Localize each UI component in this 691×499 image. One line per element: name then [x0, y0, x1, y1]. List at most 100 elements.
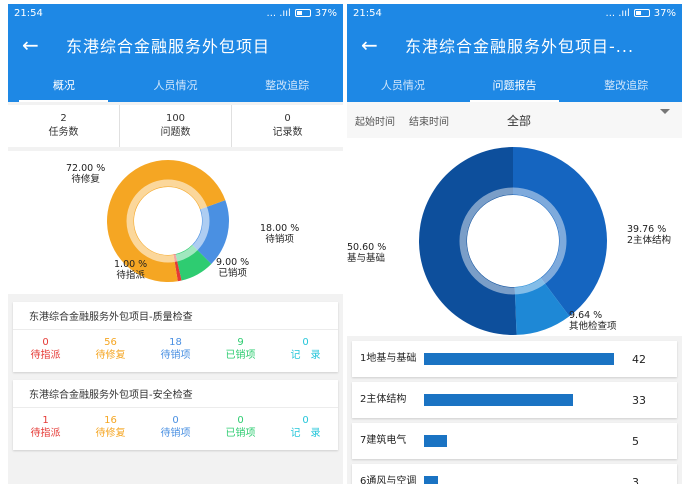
bar-fill [424, 353, 614, 365]
category-select[interactable]: 全部 [507, 112, 531, 129]
left-donut-inner-ring [126, 179, 210, 263]
stat-label: 任务数 [48, 127, 79, 138]
tab-bar: 概况 人员情况 整改追踪 [8, 68, 343, 102]
stat-value: 100 [165, 113, 186, 124]
count-pending-close: 18 待销项 [143, 336, 208, 362]
start-time-filter[interactable]: 起始时间 [355, 113, 395, 128]
card-counts: 0 待指派 56 待修复 18 待销项 9 已销项 0 记 录 [13, 330, 338, 362]
tab-personnel[interactable]: 人员情况 [347, 68, 459, 102]
slice-percent: 18.00 % [260, 223, 300, 234]
bar-fill [424, 476, 438, 484]
tab-personnel[interactable]: 人员情况 [120, 68, 232, 102]
app-bar: ← 东港综合金融服务外包项目-... [347, 22, 682, 68]
bar-value: 5 [632, 434, 639, 448]
count-label: 记 录 [290, 428, 321, 439]
count-records: 0 记 录 [273, 414, 338, 440]
count-label: 已销项 [225, 428, 256, 439]
back-arrow-icon[interactable]: ← [22, 33, 52, 57]
bar-category: 6通风与空调 [360, 476, 417, 484]
count-label: 待指派 [30, 350, 61, 361]
right-donut-slice [418, 147, 517, 335]
count-value: 1 [42, 415, 49, 426]
count-label: 待销项 [160, 350, 191, 361]
stat-records[interactable]: 0 记录数 [232, 105, 343, 147]
count-closed: 0 已销项 [208, 414, 273, 440]
stat-issues[interactable]: 100 问题数 [120, 105, 232, 147]
page-title: 东港综合金融服务外包项目 [66, 37, 271, 56]
count-label: 待销项 [160, 428, 191, 439]
battery-icon [633, 9, 650, 17]
back-arrow-icon[interactable]: ← [361, 33, 391, 57]
bar-row[interactable]: 7建筑电气 5 [352, 423, 677, 459]
count-pending-close: 0 待销项 [143, 414, 208, 440]
bar-track [424, 353, 614, 365]
count-pending-fix: 16 待修复 [78, 414, 143, 440]
tab-bar: 人员情况 问题报告 整改追踪 [347, 68, 682, 102]
count-pending-fix: 56 待修复 [78, 336, 143, 362]
signal-icon: ... .ııl [266, 7, 291, 19]
inspection-card-safety[interactable]: 东港综合金融服务外包项目-安全检查 1 待指派 16 待修复 0 待销项 0 已销项 0… [13, 380, 338, 450]
count-unassigned: 0 待指派 [13, 336, 78, 362]
status-icons: ... .ııl 37% [267, 8, 337, 19]
slice-name: 基与基础 [347, 253, 386, 264]
slice-percent: 9.00 % [216, 257, 250, 268]
slice-name: 2主体结构 [627, 235, 672, 246]
bar-row[interactable]: 2主体结构 33 [352, 382, 677, 418]
app-bar: ← 东港综合金融服务外包项目 [8, 22, 343, 68]
bar-value: 42 [632, 352, 646, 366]
battery-icon [294, 9, 311, 17]
count-value: 0 [237, 415, 244, 426]
inspection-card-quality[interactable]: 东港综合金融服务外包项目-质量检查 0 待指派 56 待修复 18 待销项 9 已销项 … [13, 302, 338, 372]
bar-value: 33 [632, 393, 646, 407]
stat-tasks[interactable]: 2 任务数 [8, 105, 120, 147]
bar-track [424, 435, 614, 447]
bar-row[interactable]: 1地基与基础 42 [352, 341, 677, 377]
stat-value: 2 [60, 113, 67, 124]
slice-label-pending-fix: 72.00 % 待修复 [66, 163, 105, 185]
slice-label-foundation: 50.60 % 基与基础 [347, 242, 386, 264]
slice-name: 待指派 [116, 270, 145, 281]
count-label: 已销项 [225, 350, 256, 361]
card-title: 东港综合金融服务外包项目-安全检查 [13, 380, 338, 408]
count-value: 9 [237, 337, 244, 348]
count-value: 0 [42, 337, 49, 348]
dropdown-arrow-icon[interactable] [660, 109, 670, 114]
stat-label: 记录数 [272, 127, 303, 138]
count-value: 56 [104, 337, 117, 348]
slice-percent: 39.76 % [627, 224, 667, 235]
end-time-filter[interactable]: 结束时间 [409, 113, 449, 128]
status-bar: 21:54 ... .ııl 37% [8, 4, 343, 22]
count-value: 16 [104, 415, 117, 426]
slice-name: 已销项 [218, 268, 247, 279]
bar-category: 1地基与基础 [360, 353, 417, 364]
tab-overview[interactable]: 概况 [8, 68, 120, 102]
page-title: 东港综合金融服务外包项目-... [405, 37, 635, 56]
count-value: 0 [302, 337, 309, 348]
slice-label-main-structure: 39.76 % 2主体结构 [627, 224, 671, 246]
count-label: 待指派 [30, 428, 61, 439]
slice-label-pending-close: 18.00 % 待销项 [260, 223, 299, 245]
bar-track [424, 394, 614, 406]
count-value: 18 [169, 337, 182, 348]
count-label: 记 录 [290, 350, 321, 361]
slice-name: 待销项 [265, 234, 294, 245]
battery-percent: 37% [653, 7, 676, 19]
bar-category: 7建筑电气 [360, 435, 407, 446]
tab-issue-report[interactable]: 问题报告 [459, 68, 571, 102]
slice-percent: 72.00 % [66, 163, 106, 174]
slice-name: 待修复 [71, 174, 100, 185]
count-closed: 9 已销项 [208, 336, 273, 362]
category-bar-list: 1地基与基础 42 2主体结构 33 7建筑电气 5 6通风与空调 3 [347, 341, 682, 484]
tab-rectification[interactable]: 整改追踪 [570, 68, 682, 102]
bar-track [424, 476, 614, 484]
filter-bar: 起始时间 结束时间 全部 [347, 102, 682, 138]
bar-row[interactable]: 6通风与空调 3 [352, 464, 677, 484]
category-donut-chart: 39.76 % 2主体结构 9.64 % 其他检查项 50.60 % 基与基础 [347, 138, 682, 336]
count-value: 0 [172, 415, 179, 426]
stat-label: 问题数 [160, 127, 191, 138]
status-time: 21:54 [353, 7, 382, 19]
card-title: 东港综合金融服务外包项目-质量检查 [13, 302, 338, 330]
slice-label-closed: 9.00 % 已销项 [216, 257, 249, 279]
tab-rectification[interactable]: 整改追踪 [231, 68, 343, 102]
stat-value: 0 [284, 113, 291, 124]
